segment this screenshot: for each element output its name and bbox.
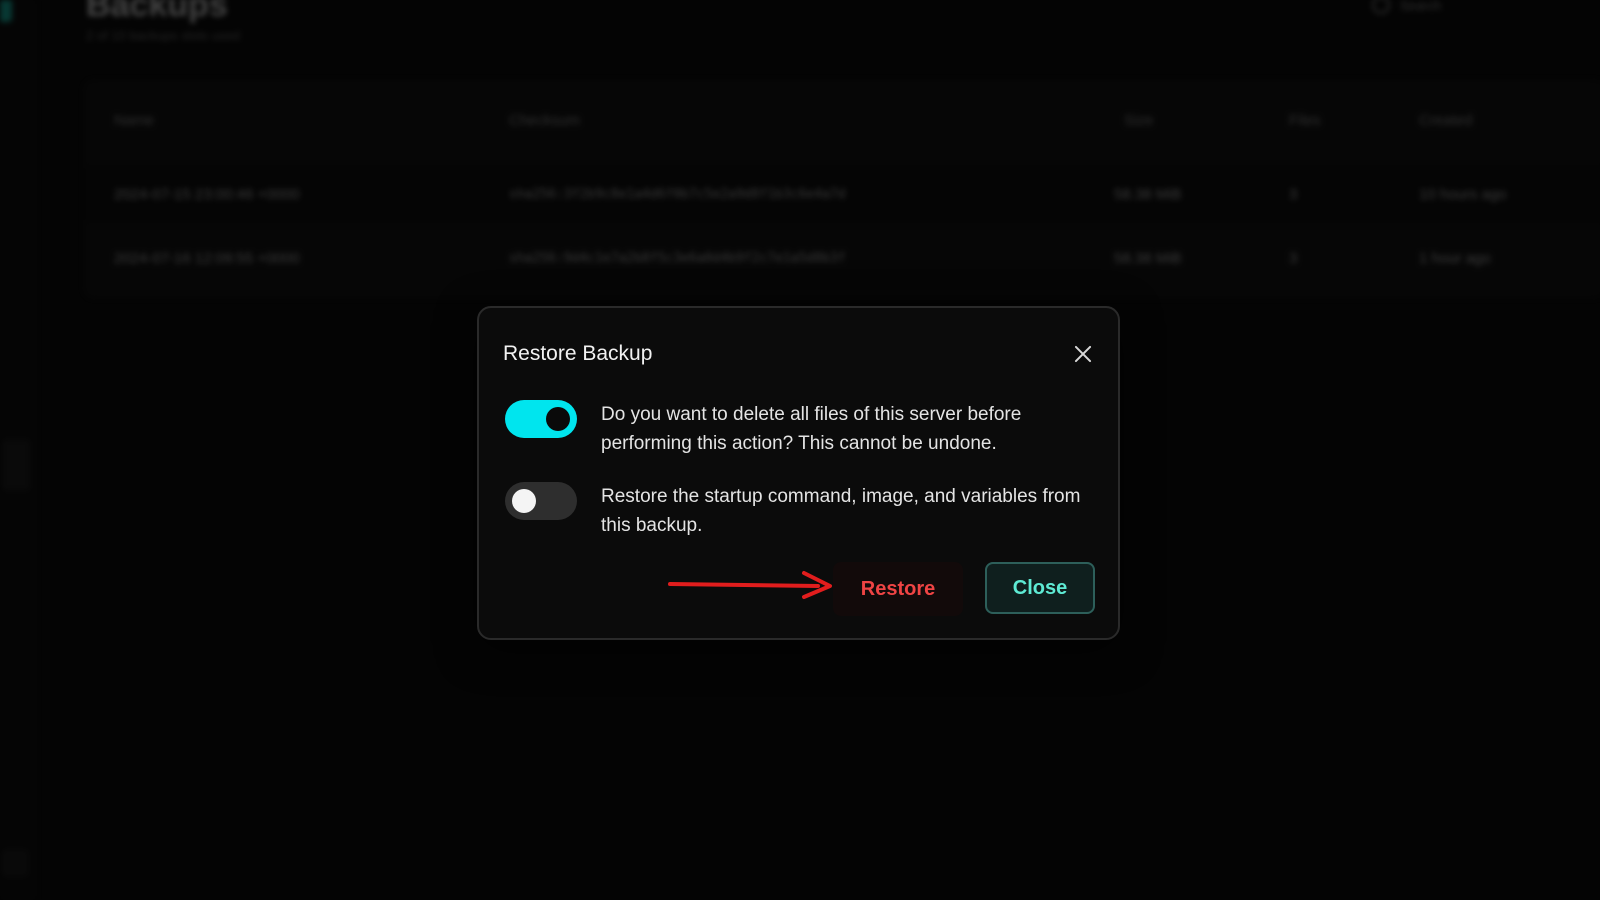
delete-files-option: Do you want to delete all files of this …	[505, 400, 1095, 458]
close-button[interactable]: Close	[985, 562, 1095, 614]
annotation-arrow-icon	[668, 571, 832, 599]
restore-startup-toggle[interactable]	[505, 482, 577, 520]
toggle-knob	[512, 489, 536, 513]
app-window: Backups 2 of 10 backups slots used Searc…	[0, 0, 1600, 900]
restore-button[interactable]: Restore	[833, 562, 963, 616]
restore-startup-label: Restore the startup command, image, and …	[601, 486, 1081, 536]
delete-files-toggle[interactable]	[505, 400, 577, 438]
restore-startup-option: Restore the startup command, image, and …	[505, 482, 1095, 540]
delete-files-label: Do you want to delete all files of this …	[601, 404, 1022, 454]
dialog-title: Restore Backup	[503, 342, 653, 365]
toggle-knob	[546, 407, 570, 431]
close-icon[interactable]	[1071, 342, 1095, 366]
